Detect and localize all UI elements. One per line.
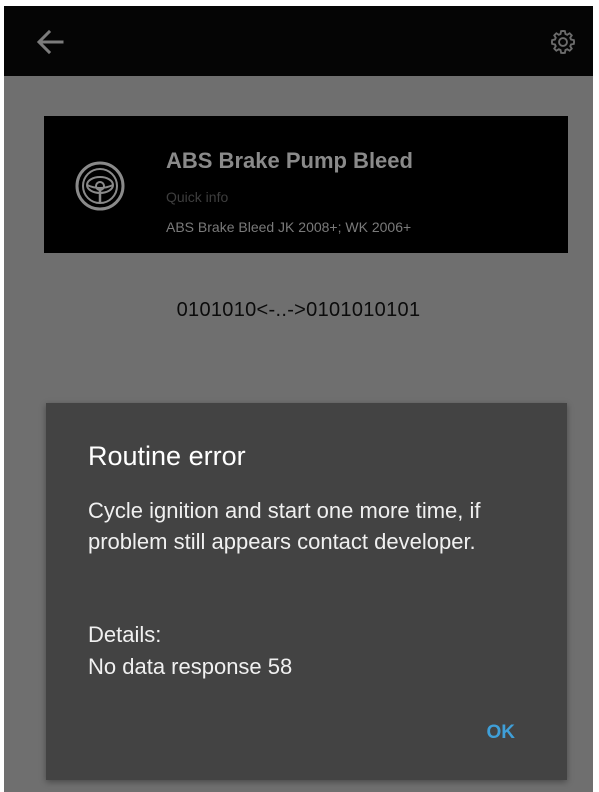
dialog-details-label: Details: (88, 622, 162, 647)
routine-description: ABS Brake Bleed JK 2008+; WK 2006+ (166, 219, 412, 235)
app-screen: ABS Brake Pump Bleed Quick info ABS Brak… (4, 6, 593, 792)
dialog-details-value: No data response 58 (88, 654, 293, 679)
top-app-bar (4, 6, 593, 76)
data-stream-indicator: 0101010<-..->0101010101 (176, 299, 421, 321)
arrow-left-icon (36, 29, 64, 55)
dialog-title: Routine error (88, 441, 246, 471)
routine-subtitle: Quick info (166, 189, 229, 205)
gear-icon (550, 29, 576, 55)
steering-wheel-icon (75, 161, 125, 211)
ok-button[interactable]: OK (479, 718, 524, 748)
routine-error-dialog: Routine error Cycle ignition and start o… (46, 403, 567, 780)
settings-button[interactable] (543, 22, 583, 62)
routine-card[interactable]: ABS Brake Pump Bleed Quick info ABS Brak… (44, 116, 568, 253)
back-button[interactable] (30, 22, 70, 62)
dialog-message: Cycle ignition and start one more time, … (88, 498, 481, 554)
routine-title: ABS Brake Pump Bleed (166, 148, 413, 173)
